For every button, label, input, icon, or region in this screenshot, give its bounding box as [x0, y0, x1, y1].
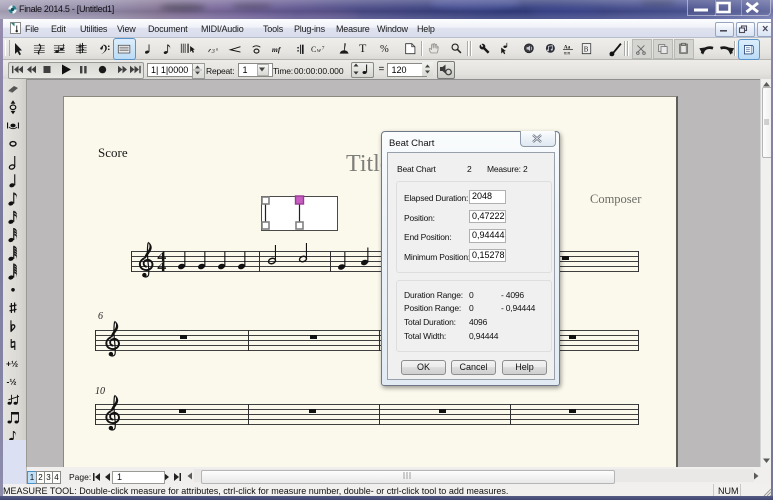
svg-text:3: 3: [211, 49, 215, 55]
svg-text:mf: mf: [272, 45, 282, 54]
svg-text:n: n: [216, 47, 219, 52]
svg-text:7: 7: [322, 45, 325, 51]
svg-text:mn: mn: [564, 50, 571, 56]
svg-text:B: B: [584, 47, 589, 54]
svg-text:+½: +½: [6, 358, 18, 368]
svg-text:%: %: [380, 44, 389, 55]
svg-text:C: C: [311, 45, 316, 54]
svg-text:-½: -½: [7, 377, 17, 387]
svg-text:T: T: [359, 41, 367, 55]
